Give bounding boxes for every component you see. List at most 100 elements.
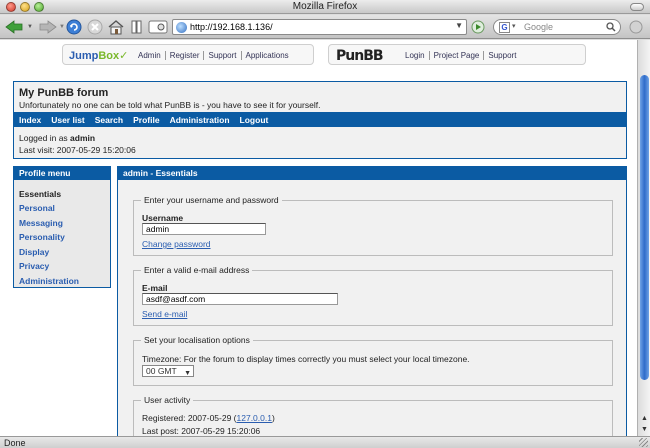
user-activity-fieldset: User activity Registered: 2007-05-29 (12… bbox=[133, 395, 613, 436]
jumpbox-links: Admin Register Support Applications bbox=[138, 51, 293, 60]
jumpbox-logo-text: Jump bbox=[69, 50, 99, 62]
stop-button[interactable] bbox=[87, 19, 103, 35]
profile-menu-display[interactable]: Display bbox=[19, 247, 49, 257]
punbb-bar: PunBB Login Project Page Support bbox=[328, 44, 586, 65]
nav-search[interactable]: Search bbox=[95, 115, 123, 125]
search-input[interactable]: Google bbox=[524, 22, 553, 32]
punbb-link-login[interactable]: Login bbox=[405, 51, 429, 60]
forward-history-dropdown[interactable]: ▼ bbox=[58, 19, 66, 35]
profile-menu: Profile menu Essentials Personal Messagi… bbox=[13, 166, 111, 288]
nav-administration[interactable]: Administration bbox=[170, 115, 230, 125]
check-icon: ✓ bbox=[119, 50, 129, 62]
stop-icon bbox=[87, 19, 103, 35]
send-email-link[interactable]: Send e-mail bbox=[142, 309, 187, 319]
search-bar[interactable]: G ▾ Google bbox=[493, 19, 621, 35]
timezone-value: 00 GMT bbox=[146, 366, 177, 376]
chevron-down-icon[interactable]: ▼ bbox=[455, 21, 463, 30]
logged-in-status: Logged in as admin bbox=[19, 133, 95, 143]
profile-menu-messaging[interactable]: Messaging bbox=[19, 218, 63, 228]
navigation-toolbar: ▼ ▼ http://192.168.1.136/ ▼ G ▾ Google bbox=[0, 15, 650, 39]
username-legend: Enter your username and password bbox=[141, 195, 282, 205]
username-field[interactable]: admin bbox=[142, 223, 266, 235]
jumpbox-link-support[interactable]: Support bbox=[203, 51, 240, 60]
window-title: Mozilla Firefox bbox=[292, 1, 358, 12]
profile-menu-personal[interactable]: Personal bbox=[19, 203, 55, 213]
nav-index[interactable]: Index bbox=[19, 115, 41, 125]
forum-header: My PunBB forum Unfortunately no one can … bbox=[13, 81, 627, 159]
status-text: Done bbox=[4, 438, 26, 448]
username-fieldset: Enter your username and password Usernam… bbox=[133, 195, 613, 256]
unknown-addon-button[interactable] bbox=[148, 19, 168, 35]
addon-icon bbox=[148, 20, 168, 34]
essentials-panel: admin - Essentials Enter your username a… bbox=[117, 166, 627, 436]
punbb-link-support[interactable]: Support bbox=[483, 51, 520, 60]
nav-logout[interactable]: Logout bbox=[240, 115, 269, 125]
back-history-dropdown[interactable]: ▼ bbox=[26, 19, 34, 35]
registered-ip-link[interactable]: 127.0.0.1 bbox=[237, 413, 272, 423]
profile-menu-administration[interactable]: Administration bbox=[19, 276, 79, 286]
jumpbox-bar: JumpBox✓ Admin Register Support Applicat… bbox=[62, 44, 314, 65]
scroll-down-arrow-icon[interactable]: ▼ bbox=[639, 425, 650, 434]
jumpbox-link-applications[interactable]: Applications bbox=[240, 51, 293, 60]
bookmarks-button[interactable] bbox=[130, 19, 144, 35]
jumpbox-link-admin[interactable]: Admin bbox=[138, 51, 165, 60]
timezone-select[interactable]: 00 GMT ▼ bbox=[142, 365, 194, 377]
email-label: E-mail bbox=[142, 283, 168, 293]
window-title-bar: Mozilla Firefox bbox=[0, 0, 650, 14]
localisation-fieldset: Set your localisation options Timezone: … bbox=[133, 335, 613, 386]
nav-user-list[interactable]: User list bbox=[51, 115, 85, 125]
change-password-link[interactable]: Change password bbox=[142, 239, 211, 249]
timezone-text: Timezone: For the forum to display times… bbox=[142, 354, 470, 364]
profile-menu-privacy[interactable]: Privacy bbox=[19, 261, 49, 271]
go-arrow-icon bbox=[471, 20, 485, 34]
chevron-down-icon: ▼ bbox=[184, 370, 191, 377]
punbb-link-project-page[interactable]: Project Page bbox=[428, 51, 484, 60]
scrollbar-thumb[interactable] bbox=[640, 75, 649, 380]
page-viewport: JumpBox✓ Admin Register Support Applicat… bbox=[0, 40, 637, 436]
site-icon bbox=[176, 22, 187, 33]
forward-arrow-icon bbox=[39, 20, 57, 34]
forward-button[interactable] bbox=[36, 19, 58, 35]
registered-info: Registered: 2007-05-29 (127.0.0.1) bbox=[142, 413, 275, 423]
registered-label: Registered: 2007-05-29 ( bbox=[142, 413, 237, 423]
vertical-scrollbar[interactable]: ▲ ▼ bbox=[637, 40, 650, 436]
home-button[interactable] bbox=[107, 19, 125, 35]
chevron-down-icon[interactable]: ▾ bbox=[512, 22, 516, 30]
toolbar-toggle-button[interactable] bbox=[630, 3, 644, 11]
jumpbox-logo[interactable]: JumpBox✓ bbox=[69, 49, 128, 62]
punbb-logo-text: PunBB bbox=[336, 48, 383, 62]
email-field[interactable]: asdf@asdf.com bbox=[142, 293, 338, 305]
chevron-down-icon: ▼ bbox=[59, 24, 65, 30]
jumpbox-logo-text-box: Box bbox=[98, 50, 120, 62]
go-button[interactable] bbox=[471, 20, 485, 34]
url-text: http://192.168.1.136/ bbox=[190, 22, 273, 32]
email-legend: Enter a valid e-mail address bbox=[141, 265, 253, 275]
nav-profile[interactable]: Profile bbox=[133, 115, 159, 125]
user-activity-legend: User activity bbox=[141, 395, 194, 405]
resize-grip-icon[interactable] bbox=[639, 438, 648, 447]
essentials-title: admin - Essentials bbox=[118, 167, 626, 180]
reload-button[interactable] bbox=[66, 19, 82, 35]
punbb-logo[interactable]: PunBB bbox=[335, 48, 397, 66]
forum-description: Unfortunately no one can be told what Pu… bbox=[19, 100, 321, 110]
punbb-links: Login Project Page Support bbox=[405, 51, 520, 60]
back-button[interactable] bbox=[4, 19, 26, 35]
localisation-legend: Set your localisation options bbox=[141, 335, 253, 345]
url-bar[interactable]: http://192.168.1.136/ ▼ bbox=[172, 19, 467, 35]
chevron-down-icon: ▼ bbox=[27, 24, 33, 30]
back-arrow-icon bbox=[5, 20, 23, 34]
search-icon[interactable] bbox=[606, 22, 616, 32]
bookmarks-icon bbox=[131, 20, 142, 34]
throbber bbox=[628, 19, 644, 35]
google-engine-icon[interactable]: G bbox=[499, 22, 510, 33]
email-fieldset: Enter a valid e-mail address E-mail asdf… bbox=[133, 265, 613, 326]
reload-icon bbox=[66, 19, 82, 35]
scroll-up-arrow-icon[interactable]: ▲ bbox=[639, 414, 650, 423]
jumpbox-link-register[interactable]: Register bbox=[164, 51, 204, 60]
profile-menu-personality[interactable]: Personality bbox=[19, 232, 65, 242]
profile-menu-essentials[interactable]: Essentials bbox=[19, 189, 61, 199]
profile-menu-title: Profile menu bbox=[14, 167, 110, 180]
logged-in-label: Logged in as bbox=[19, 133, 71, 143]
username-label: Username bbox=[142, 213, 184, 223]
last-post-info: Last post: 2007-05-29 15:20:06 bbox=[142, 426, 261, 436]
